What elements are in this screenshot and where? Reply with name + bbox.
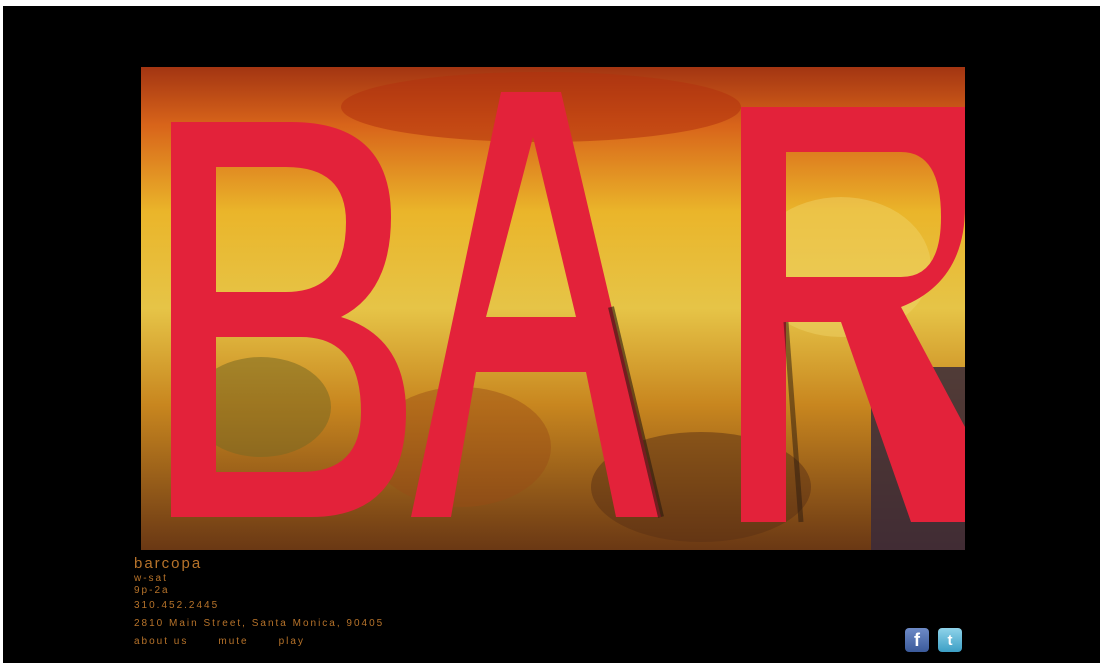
street-address: 2810 Main Street, Santa Monica, 90405: [134, 618, 385, 629]
brand-name: barcopa: [134, 555, 203, 572]
facebook-glyph: f: [914, 629, 920, 650]
hero-image: [141, 67, 965, 550]
phone-number: 310.452.2445: [134, 600, 220, 611]
twitter-icon[interactable]: t: [938, 628, 962, 652]
mute-button[interactable]: mute: [218, 636, 248, 647]
footer-nav: about us mute play: [134, 636, 305, 647]
open-days: w-sat: [134, 573, 168, 584]
bar-sign-illustration: [141, 67, 965, 550]
facebook-icon[interactable]: f: [905, 628, 929, 652]
open-hours: 9p-2a: [134, 585, 170, 596]
venue-info: barcopa w-sat 9p-2a 310.452.2445 2810 Ma…: [134, 555, 384, 640]
play-button[interactable]: play: [279, 636, 305, 647]
twitter-glyph: t: [947, 631, 953, 649]
about-us-link[interactable]: about us: [134, 636, 188, 647]
